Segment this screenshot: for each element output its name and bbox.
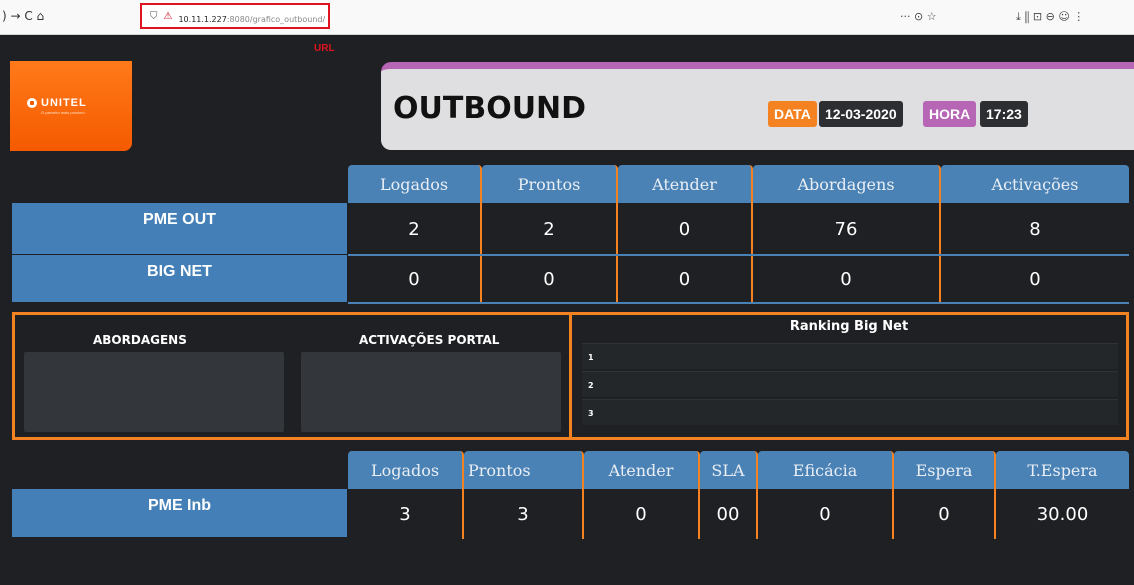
big-net-atender: 0 <box>618 256 753 302</box>
ranking-title: Ranking Big Net <box>789 319 909 334</box>
shield-icon: ⛉ <box>150 10 158 22</box>
pme-inb-prontos: 3 <box>464 489 584 539</box>
row-label-pme-inb: PME Inb <box>12 489 347 537</box>
unitel-logo: UNITEL O parceiro mais próximo. <box>10 61 132 151</box>
insecure-lock-icon: ⚠ <box>163 10 173 22</box>
col-abordagens: Abordagens <box>753 165 941 203</box>
abordagens-label: ABORDAGENS <box>93 333 187 347</box>
browser-menu-icons[interactable]: ⤓ ⫼ ⊡ ⊖ ☺ ⋮ <box>1016 10 1084 24</box>
col-inb-atender: Atender <box>584 451 700 489</box>
url-annotation: URL <box>314 43 335 54</box>
date-value: 12-03-2020 <box>819 101 903 127</box>
col-atender: Atender <box>618 165 753 203</box>
big-net-abordagens: 0 <box>753 256 941 302</box>
header-panel: OUTBOUND DATA 12-03-2020 HORA 17:23 <box>381 62 1134 150</box>
col-inb-prontos: Prontos <box>464 451 584 489</box>
row-label-pme-out: PME OUT <box>12 203 347 254</box>
activacoes-portal-box <box>301 352 561 432</box>
col-prontos: Prontos <box>482 165 618 203</box>
rank-number: 3 <box>588 409 594 418</box>
url-bar[interactable]: ⛉ ⚠ 10.11.1.227:8080/grafico_outbound/ <box>140 3 330 29</box>
unitel-logo-icon <box>27 98 37 108</box>
logo-tagline: O parceiro mais próximo. <box>41 110 86 115</box>
pme-out-atender: 0 <box>618 203 753 255</box>
pme-inb-logados: 3 <box>348 489 464 539</box>
col-inb-espera: Espera <box>894 451 996 489</box>
ranking-row: 3 <box>582 399 1118 425</box>
col-inb-logados: Logados <box>348 451 464 489</box>
url-path: :8080/grafico_outbound/ <box>226 14 326 24</box>
pme-inb-t-espera: 30.00 <box>1036 503 1089 525</box>
time-value: 17:23 <box>980 101 1028 127</box>
pme-out-logados: 2 <box>348 203 482 255</box>
ranking-panel: Ranking Big Net 1 2 3 <box>569 312 1129 440</box>
pme-inb-sla: 00 <box>700 489 758 539</box>
abordagens-portal-panel: ABORDAGENS ACTIVAÇÕES PORTAL <box>12 312 572 440</box>
page-actions-icons[interactable]: ··· ⊙ ☆ <box>900 10 937 23</box>
pme-inb-eficacia: 0 <box>758 489 894 539</box>
table-bottom-line <box>348 302 1129 304</box>
ranking-row: 2 <box>582 371 1118 397</box>
activacoes-portal-label: ACTIVAÇÕES PORTAL <box>359 333 500 347</box>
big-net-activacoes: 0 <box>1029 268 1041 290</box>
pme-inb-atender: 0 <box>584 489 700 539</box>
rank-number: 2 <box>588 381 594 390</box>
col-inb-t-espera: T.Espera <box>996 451 1129 489</box>
pme-out-prontos: 2 <box>482 203 618 255</box>
abordagens-box <box>24 352 284 432</box>
pme-out-abordagens: 76 <box>753 203 941 255</box>
date-label: DATA <box>768 101 817 127</box>
time-label: HORA <box>923 101 977 127</box>
ranking-row: 1 <box>582 343 1118 369</box>
page-title: OUTBOUND <box>393 91 587 126</box>
row-label-big-net: BIG NET <box>12 255 347 302</box>
browser-toolbar: ) → C ⌂ ⛉ ⚠ 10.11.1.227:8080/grafico_out… <box>0 0 1134 35</box>
logo-wordmark: UNITEL <box>41 97 87 109</box>
browser-nav-buttons[interactable]: ) → C ⌂ <box>2 9 44 23</box>
url-host: 10.11.1.227 <box>178 14 227 24</box>
big-net-logados: 0 <box>348 256 482 302</box>
col-activacoes: Activações <box>941 165 1129 203</box>
pme-out-activacoes: 8 <box>1029 218 1041 240</box>
rank-number: 1 <box>588 353 594 362</box>
col-inb-eficacia: Eficácia <box>758 451 894 489</box>
col-logados: Logados <box>348 165 482 203</box>
pme-inb-espera: 0 <box>894 489 996 539</box>
big-net-prontos: 0 <box>482 256 618 302</box>
col-inb-sla: SLA <box>700 451 758 489</box>
